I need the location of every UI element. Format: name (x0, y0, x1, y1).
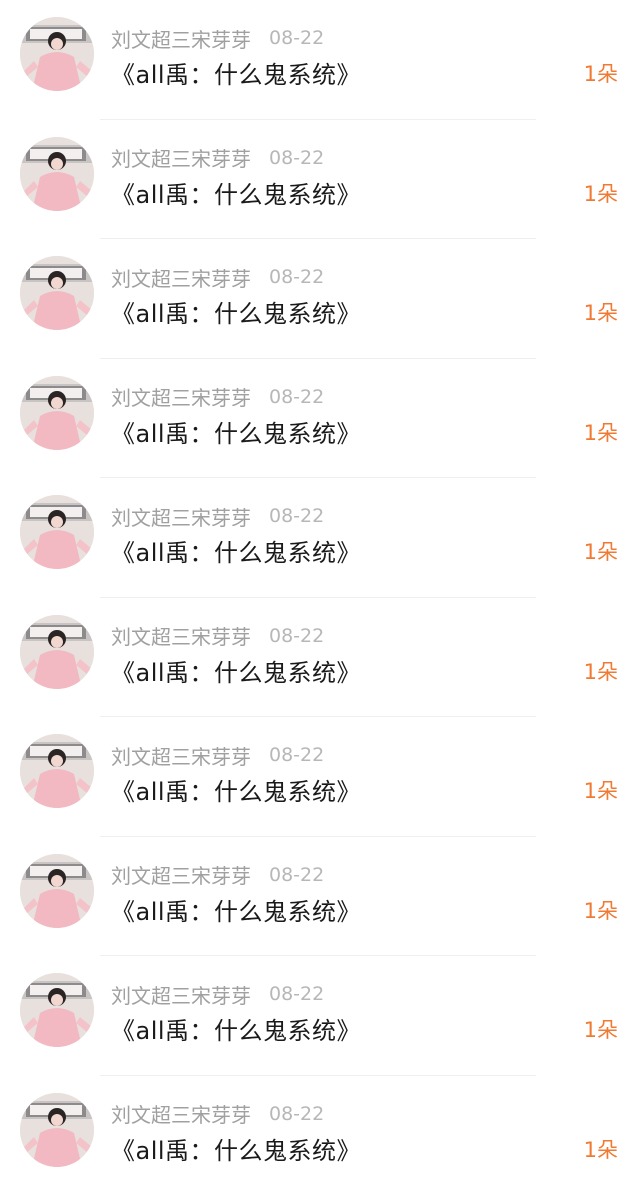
date: 08-22 (269, 983, 324, 1005)
date: 08-22 (269, 744, 324, 766)
list-item[interactable]: 刘文超三宋芽芽 08-22 《all禹：什么鬼系统》 1朵 (0, 956, 640, 1076)
user-photo-icon (20, 854, 94, 928)
avatar[interactable] (20, 615, 94, 689)
user-photo-icon (20, 1093, 94, 1167)
flower-count: 1朵 (584, 178, 618, 208)
item-meta: 刘文超三宋芽芽 08-22 (111, 980, 324, 1008)
avatar[interactable] (20, 854, 94, 928)
flower-count: 1朵 (584, 1014, 618, 1044)
username[interactable]: 刘文超三宋芽芽 (111, 502, 251, 531)
avatar[interactable] (20, 973, 94, 1047)
book-title[interactable]: 《all禹：什么鬼系统》 (111, 1131, 361, 1166)
flower-count: 1朵 (584, 58, 618, 88)
book-title[interactable]: 《all禹：什么鬼系统》 (111, 175, 361, 210)
flower-count: 1朵 (584, 297, 618, 327)
book-title[interactable]: 《all禹：什么鬼系统》 (111, 892, 361, 927)
avatar[interactable] (20, 734, 94, 808)
avatar[interactable] (20, 1093, 94, 1167)
list-item[interactable]: 刘文超三宋芽芽 08-22 《all禹：什么鬼系统》 1朵 (0, 239, 640, 359)
date: 08-22 (269, 266, 324, 288)
list-item[interactable]: 刘文超三宋芽芽 08-22 《all禹：什么鬼系统》 1朵 (0, 120, 640, 240)
username[interactable]: 刘文超三宋芽芽 (111, 860, 251, 889)
item-meta: 刘文超三宋芽芽 08-22 (111, 741, 324, 769)
item-meta: 刘文超三宋芽芽 08-22 (111, 1100, 324, 1128)
book-title[interactable]: 《all禹：什么鬼系统》 (111, 1011, 361, 1046)
list-item[interactable]: 刘文超三宋芽芽 08-22 《all禹：什么鬼系统》 1朵 (0, 359, 640, 479)
user-photo-icon (20, 495, 94, 569)
list-item[interactable]: 刘文超三宋芽芽 08-22 《all禹：什么鬼系统》 1朵 (0, 837, 640, 957)
username[interactable]: 刘文超三宋芽芽 (111, 621, 251, 650)
item-meta: 刘文超三宋芽芽 08-22 (111, 24, 324, 52)
book-title[interactable]: 《all禹：什么鬼系统》 (111, 772, 361, 807)
user-photo-icon (20, 256, 94, 330)
username[interactable]: 刘文超三宋芽芽 (111, 24, 251, 53)
avatar[interactable] (20, 495, 94, 569)
book-title[interactable]: 《all禹：什么鬼系统》 (111, 653, 361, 688)
avatar[interactable] (20, 17, 94, 91)
item-meta: 刘文超三宋芽芽 08-22 (111, 622, 324, 650)
date: 08-22 (269, 864, 324, 886)
user-photo-icon (20, 17, 94, 91)
list-item[interactable]: 刘文超三宋芽芽 08-22 《all禹：什么鬼系统》 1朵 (0, 1076, 640, 1195)
username[interactable]: 刘文超三宋芽芽 (111, 1099, 251, 1128)
flower-count: 1朵 (584, 656, 618, 686)
username[interactable]: 刘文超三宋芽芽 (111, 980, 251, 1009)
date: 08-22 (269, 386, 324, 408)
username[interactable]: 刘文超三宋芽芽 (111, 143, 251, 172)
item-meta: 刘文超三宋芽芽 08-22 (111, 861, 324, 889)
date: 08-22 (269, 625, 324, 647)
item-meta: 刘文超三宋芽芽 08-22 (111, 144, 324, 172)
user-photo-icon (20, 137, 94, 211)
date: 08-22 (269, 27, 324, 49)
user-photo-icon (20, 973, 94, 1047)
item-meta: 刘文超三宋芽芽 08-22 (111, 383, 324, 411)
book-title[interactable]: 《all禹：什么鬼系统》 (111, 294, 361, 329)
flower-count: 1朵 (584, 895, 618, 925)
user-photo-icon (20, 734, 94, 808)
flower-count: 1朵 (584, 775, 618, 805)
date: 08-22 (269, 147, 324, 169)
list-item[interactable]: 刘文超三宋芽芽 08-22 《all禹：什么鬼系统》 1朵 (0, 0, 640, 120)
item-meta: 刘文超三宋芽芽 08-22 (111, 502, 324, 530)
flower-count: 1朵 (584, 536, 618, 566)
list-item[interactable]: 刘文超三宋芽芽 08-22 《all禹：什么鬼系统》 1朵 (0, 717, 640, 837)
avatar[interactable] (20, 256, 94, 330)
item-meta: 刘文超三宋芽芽 08-22 (111, 263, 324, 291)
date: 08-22 (269, 505, 324, 527)
user-photo-icon (20, 615, 94, 689)
username[interactable]: 刘文超三宋芽芽 (111, 263, 251, 292)
username[interactable]: 刘文超三宋芽芽 (111, 382, 251, 411)
list-item[interactable]: 刘文超三宋芽芽 08-22 《all禹：什么鬼系统》 1朵 (0, 478, 640, 598)
gift-record-list: 刘文超三宋芽芽 08-22 《all禹：什么鬼系统》 1朵 刘文超三宋芽芽 08… (0, 0, 640, 1195)
list-item[interactable]: 刘文超三宋芽芽 08-22 《all禹：什么鬼系统》 1朵 (0, 598, 640, 718)
date: 08-22 (269, 1103, 324, 1125)
avatar[interactable] (20, 376, 94, 450)
avatar[interactable] (20, 137, 94, 211)
book-title[interactable]: 《all禹：什么鬼系统》 (111, 55, 361, 90)
flower-count: 1朵 (584, 1134, 618, 1164)
user-photo-icon (20, 376, 94, 450)
flower-count: 1朵 (584, 417, 618, 447)
book-title[interactable]: 《all禹：什么鬼系统》 (111, 533, 361, 568)
username[interactable]: 刘文超三宋芽芽 (111, 741, 251, 770)
book-title[interactable]: 《all禹：什么鬼系统》 (111, 414, 361, 449)
